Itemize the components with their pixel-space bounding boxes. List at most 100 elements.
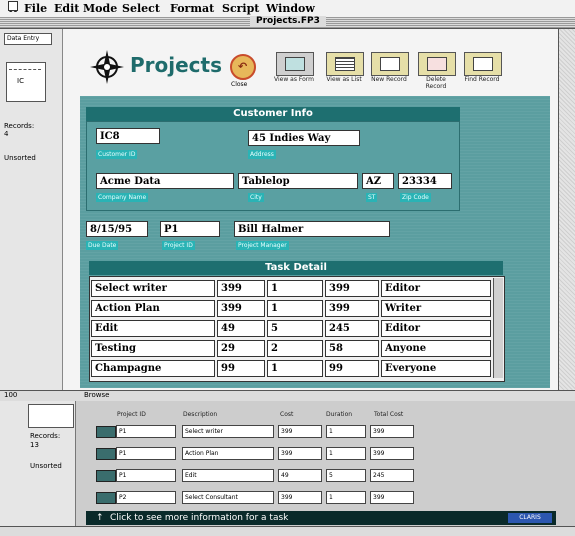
city-field[interactable]: Tablelop [238,173,358,189]
list-row[interactable]: P1 Action Plan 399 1 399 [90,444,565,462]
book-label: IC [17,77,24,85]
list-project-id-cell[interactable]: P1 [116,469,176,482]
list-project-id-cell[interactable]: P1 [116,447,176,460]
list-row[interactable]: P1 Edit 49 5 245 [90,466,565,484]
task-name-cell[interactable]: Testing [91,340,215,357]
address-field[interactable]: 45 Indies Way [248,130,360,146]
mode-popup[interactable]: Browse [84,391,110,399]
list-cost-cell[interactable]: 49 [278,469,322,482]
task-name-cell[interactable]: Select writer [91,280,215,297]
list-description-cell[interactable]: Select Consultant [182,491,274,504]
list-total-cost-cell[interactable]: 399 [370,447,414,460]
task-total-cell[interactable]: 58 [325,340,379,357]
zoom-level[interactable]: 100 [4,391,17,399]
customer-id-field[interactable]: IC8 [96,128,160,144]
record-icon [96,448,116,460]
list-duration-cell[interactable]: 5 [326,469,366,482]
task-cost-cell[interactable]: 49 [217,320,265,337]
close-layout-button[interactable]: ↶ [230,54,256,80]
task-name-cell[interactable]: Champagne [91,360,215,377]
list-row[interactable]: P2 Select Consultant 399 1 399 [90,488,565,506]
vertical-scrollbar[interactable] [558,29,575,390]
record-book-icon[interactable]: IC [6,62,46,102]
records-count: Records: 4 [4,122,54,138]
claris-button[interactable]: CLARIS [508,513,552,523]
zip-code-field[interactable]: 23334 [398,173,452,189]
task-duration-cell[interactable]: 1 [267,300,323,317]
list-records-value: 13 [30,441,39,449]
task-assignee-cell[interactable]: Writer [381,300,491,317]
project-manager-field[interactable]: Bill Halmer [234,221,390,237]
list-row[interactable]: P1 Select writer 399 1 399 [90,422,565,440]
find-record-icon [473,57,493,71]
menu-select[interactable]: Select [122,2,160,15]
task-cost-cell[interactable]: 99 [217,360,265,377]
menu-script[interactable]: Script [222,2,259,15]
task-name-cell[interactable]: Edit [91,320,215,337]
new-record-button[interactable] [371,52,409,76]
task-duration-cell[interactable]: 5 [267,320,323,337]
address-label: Address [248,150,276,159]
col-header-project-id: Project ID [117,411,146,418]
sort-state: Unsorted [4,154,36,162]
task-total-cell[interactable]: 245 [325,320,379,337]
layout-popup[interactable]: Data Entry [4,33,52,45]
list-description-cell[interactable]: Action Plan [182,447,274,460]
project-id-field[interactable]: P1 [160,221,220,237]
task-name-cell[interactable]: Action Plan [91,300,215,317]
task-duration-cell[interactable]: 2 [267,340,323,357]
view-as-list-button[interactable] [326,52,364,76]
view-as-form-button[interactable] [276,52,314,76]
company-name-label: Company Name [96,193,149,202]
new-record-label: New Record [371,76,407,83]
task-total-cell[interactable]: 399 [325,300,379,317]
list-duration-cell[interactable]: 1 [326,425,366,438]
col-header-duration: Duration [326,411,353,418]
col-header-cost: Cost [280,411,294,418]
window-close-box[interactable] [8,1,18,11]
list-cost-cell[interactable]: 399 [278,491,322,504]
list-total-cost-cell[interactable]: 399 [370,491,414,504]
state-label: ST [366,193,378,202]
task-cost-cell[interactable]: 29 [217,340,265,357]
task-duration-cell[interactable]: 1 [267,360,323,377]
menu-edit[interactable]: Edit [54,2,79,15]
delete-record-label: Delete Record [425,76,447,90]
list-duration-cell[interactable]: 1 [326,491,366,504]
task-cost-cell[interactable]: 399 [217,280,265,297]
customer-id-label: Customer ID [96,150,138,159]
list-description-cell[interactable]: Select writer [182,425,274,438]
task-assignee-cell[interactable]: Everyone [381,360,491,377]
menu-file[interactable]: File [24,2,47,15]
project-id-label: Project ID [162,241,195,250]
list-description-cell[interactable]: Edit [182,469,274,482]
menu-format[interactable]: Format [170,2,214,15]
list-record-book-icon[interactable] [28,404,74,428]
task-cost-cell[interactable]: 399 [217,300,265,317]
portal-scrollbar[interactable] [493,278,503,378]
due-date-label: Due Date [86,241,119,250]
menu-mode[interactable]: Mode [83,2,117,15]
list-project-id-cell[interactable]: P1 [116,425,176,438]
list-sort-state: Unsorted [30,462,62,470]
menu-window[interactable]: Window [266,2,315,15]
list-project-id-cell[interactable]: P2 [116,491,176,504]
state-field[interactable]: AZ [362,173,394,189]
list-cost-cell[interactable]: 399 [278,447,322,460]
record-icon [96,492,116,504]
find-record-button[interactable] [464,52,502,76]
list-total-cost-cell[interactable]: 245 [370,469,414,482]
delete-record-button[interactable] [418,52,456,76]
task-total-cell[interactable]: 99 [325,360,379,377]
list-cost-cell[interactable]: 399 [278,425,322,438]
task-total-cell[interactable]: 399 [325,280,379,297]
task-duration-cell[interactable]: 1 [267,280,323,297]
due-date-field[interactable]: 8/15/95 [86,221,148,237]
list-duration-cell[interactable]: 1 [326,447,366,460]
task-assignee-cell[interactable]: Anyone [381,340,491,357]
company-name-field[interactable]: Acme Data [96,173,234,189]
task-assignee-cell[interactable]: Editor [381,280,491,297]
window-title-bar[interactable]: Projects.FP3 [0,16,575,29]
list-total-cost-cell[interactable]: 399 [370,425,414,438]
task-assignee-cell[interactable]: Editor [381,320,491,337]
